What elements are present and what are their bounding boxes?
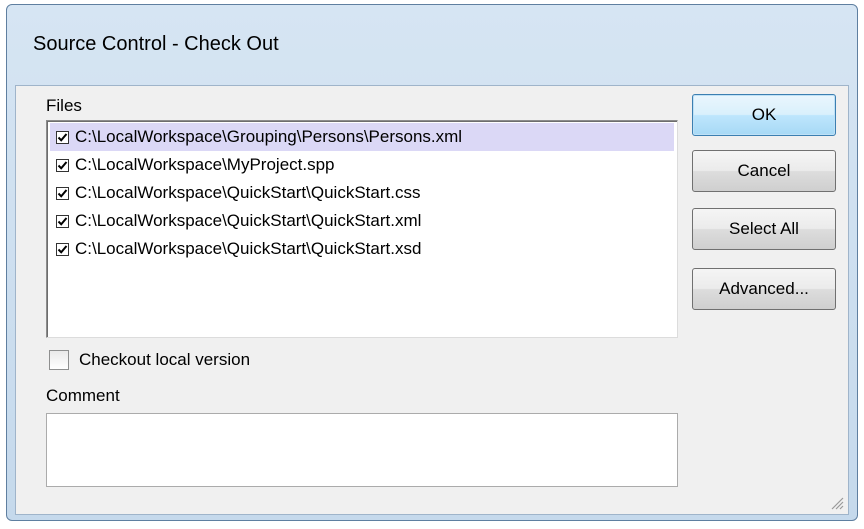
file-row[interactable]: C:\LocalWorkspace\QuickStart\QuickStart.… xyxy=(50,207,674,235)
file-path: C:\LocalWorkspace\MyProject.spp xyxy=(75,155,335,174)
checkout-local-checkbox[interactable] xyxy=(49,350,69,370)
file-checkbox[interactable] xyxy=(56,186,69,200)
files-listbox[interactable]: C:\LocalWorkspace\Grouping\Persons\Perso… xyxy=(46,120,678,338)
dialog-body: Files C:\LocalWorkspace\Grouping\Persons… xyxy=(15,85,849,515)
file-checkbox[interactable] xyxy=(56,130,69,144)
file-checkbox[interactable] xyxy=(56,214,69,228)
checkmark-icon xyxy=(57,160,68,170)
checkmark-icon xyxy=(57,132,68,142)
checkmark-icon xyxy=(57,188,68,198)
title-bar[interactable]: Source Control - Check Out xyxy=(7,5,857,85)
checkout-local-label[interactable]: Checkout local version xyxy=(79,350,250,370)
file-path: C:\LocalWorkspace\QuickStart\QuickStart.… xyxy=(75,183,421,202)
select-all-button[interactable]: Select All xyxy=(692,208,836,250)
files-label: Files xyxy=(46,96,82,115)
checkmark-icon xyxy=(57,244,68,254)
dialog-title: Source Control - Check Out xyxy=(33,33,279,55)
file-path: C:\LocalWorkspace\Grouping\Persons\Perso… xyxy=(75,127,463,146)
file-row[interactable]: C:\LocalWorkspace\Grouping\Persons\Perso… xyxy=(50,123,674,151)
comment-label: Comment xyxy=(46,386,120,405)
file-checkbox[interactable] xyxy=(56,242,69,256)
cancel-button[interactable]: Cancel xyxy=(692,150,836,192)
resize-grip-icon[interactable] xyxy=(828,494,844,510)
file-row[interactable]: C:\LocalWorkspace\QuickStart\QuickStart.… xyxy=(50,179,674,207)
file-row[interactable]: C:\LocalWorkspace\QuickStart\QuickStart.… xyxy=(50,235,674,263)
checkout-dialog: Source Control - Check Out Files C:\Loca… xyxy=(6,4,858,521)
file-path: C:\LocalWorkspace\QuickStart\QuickStart.… xyxy=(75,239,422,258)
ok-button[interactable]: OK xyxy=(692,94,836,136)
checkmark-icon xyxy=(57,216,68,226)
file-checkbox[interactable] xyxy=(56,158,69,172)
file-row[interactable]: C:\LocalWorkspace\MyProject.spp xyxy=(50,151,674,179)
file-path: C:\LocalWorkspace\QuickStart\QuickStart.… xyxy=(75,211,422,230)
comment-field[interactable] xyxy=(46,413,678,487)
advanced-button[interactable]: Advanced... xyxy=(692,268,836,310)
